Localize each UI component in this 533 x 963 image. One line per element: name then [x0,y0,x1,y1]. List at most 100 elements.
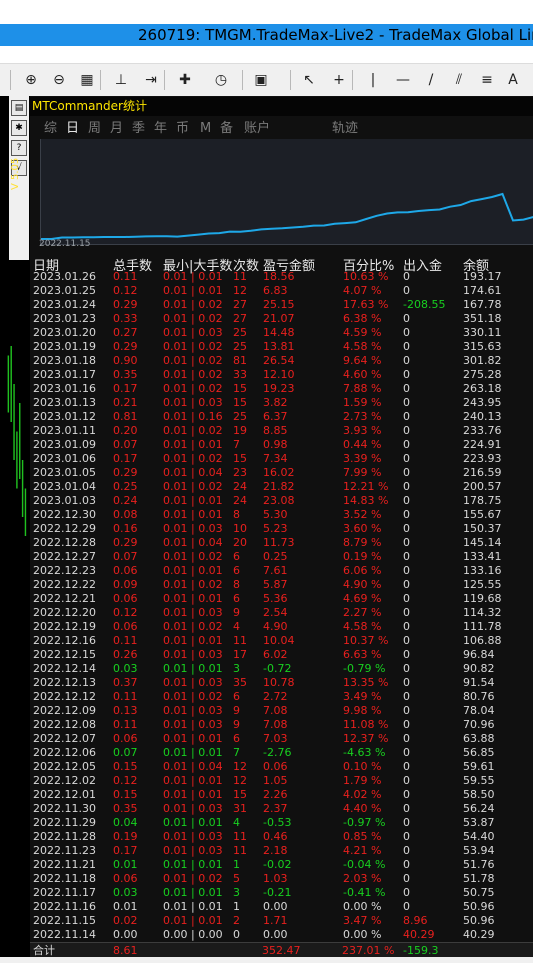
channels-icon[interactable]: ⫽ [448,69,470,91]
table-row[interactable]: 2023.01.09 0.07 0.01 | 0.01 7 0.98 0.44 % 0 224… [30,438,533,452]
tab-9[interactable]: 账户 [244,119,270,139]
cell-1: 0.20 [113,424,138,437]
window-title-bar[interactable]: 260719: TMGM.TradeMax-Live2 - TradeMax G… [0,24,533,46]
text-icon[interactable]: A [502,69,524,91]
table-row[interactable]: 2023.01.20 0.27 0.01 | 0.03 25 14.48 4.59 % 0 3… [30,326,533,340]
table-row[interactable]: 2022.12.19 0.06 0.01 | 0.02 4 4.90 4.58 % 0 111… [30,620,533,634]
cell-6: 0 [403,704,410,717]
cell-6: 0 [403,354,410,367]
cell-3: 20 [233,536,247,549]
tab-0[interactable]: 综 [44,119,57,139]
table-row[interactable]: 2022.12.16 0.11 0.01 | 0.01 11 10.04 10.37 % 0… [30,634,533,648]
table-row[interactable]: 2022.12.12 0.11 0.01 | 0.02 6 2.72 3.49 % 0 80.… [30,690,533,704]
crosshair-icon[interactable]: + [328,69,350,91]
cell-1: 0.07 [113,438,138,451]
table-row[interactable]: 2022.12.09 0.13 0.01 | 0.03 9 7.08 9.98 % 0 78.… [30,704,533,718]
tab-6[interactable]: 币 [176,119,189,139]
cell-3: 1 [233,858,240,871]
horizontal-line-icon[interactable]: — [392,69,414,91]
table-row[interactable]: 2022.11.16 0.01 0.01 | 0.01 1 0.00 0.00 % 0 50.… [30,900,533,914]
table-row[interactable]: 2022.12.20 0.12 0.01 | 0.03 9 2.54 2.27 % 0 114… [30,606,533,620]
table-row[interactable]: 2022.12.08 0.11 0.01 | 0.03 9 7.08 11.08 % 0 70… [30,718,533,732]
trendline-icon[interactable]: / [420,69,442,91]
cell-2: 0.01 | 0.03 [163,718,223,731]
table-row[interactable]: 2022.12.28 0.29 0.01 | 0.04 20 11.73 8.79 % 0 1… [30,536,533,550]
table-row[interactable]: 2022.12.30 0.08 0.01 | 0.01 8 5.30 3.52 % 0 155… [30,508,533,522]
tab-1[interactable]: 日 [66,119,79,139]
table-row[interactable]: 2022.12.29 0.16 0.01 | 0.03 10 5.23 3.60 % 0 15… [30,522,533,536]
table-row[interactable]: 2023.01.23 0.33 0.01 | 0.02 27 21.07 6.38 % 0 3… [30,312,533,326]
autoscroll-icon[interactable]: ⇥ [140,69,162,91]
cell-0: 2023.01.13 [33,396,96,409]
zoom-out-icon[interactable]: ⊖ [48,69,70,91]
tab-5[interactable]: 年 [154,119,167,139]
table-row[interactable]: 2022.11.15 0.02 0.01 | 0.01 2 1.71 3.47 % 8.96… [30,914,533,928]
table-row[interactable]: 2022.11.29 0.04 0.01 | 0.01 4 -0.53 -0.97 % 0 5… [30,816,533,830]
cell-6: 0 [403,578,410,591]
table-row[interactable]: 2022.12.22 0.09 0.01 | 0.02 8 5.87 4.90 % 0 125… [30,578,533,592]
cell-1: 0.11 [113,690,138,703]
table-row[interactable]: 2022.12.14 0.03 0.01 | 0.01 3 -0.72 -0.79 % 0 9… [30,662,533,676]
new-order-icon[interactable]: ✚ [174,69,196,91]
table-row[interactable]: 2022.12.05 0.15 0.01 | 0.04 12 0.06 0.10 % 0 59… [30,760,533,774]
table-row[interactable]: 2023.01.26 0.11 0.01 | 0.01 11 18.56 10.63 % 0… [30,270,533,284]
side-panel-button[interactable]: ✱ [11,120,27,136]
table-row[interactable]: 2023.01.16 0.17 0.01 | 0.02 15 19.23 7.88 % 0 2… [30,382,533,396]
table-row[interactable]: 2023.01.25 0.12 0.01 | 0.01 12 6.83 4.07 % 0 17… [30,284,533,298]
table-row[interactable]: 2023.01.18 0.90 0.01 | 0.02 81 26.54 9.64 % 0 3… [30,354,533,368]
tab-4[interactable]: 季 [132,119,145,139]
table-row[interactable]: 2022.12.02 0.12 0.01 | 0.01 12 1.05 1.79 % 0 59… [30,774,533,788]
cell-5: 4.58 % [343,340,382,353]
tile-windows-icon[interactable]: ▦ [76,69,98,91]
table-row[interactable]: 2022.11.23 0.17 0.01 | 0.03 11 2.18 4.21 % 0 53… [30,844,533,858]
table-row[interactable]: 2023.01.11 0.20 0.01 | 0.02 19 8.85 3.93 % 0 23… [30,424,533,438]
table-row[interactable]: 2022.12.01 0.15 0.01 | 0.01 15 2.26 4.02 % 0 58… [30,788,533,802]
periods-icon[interactable]: ◷ [210,69,232,91]
cell-1: 0.08 [113,508,138,521]
table-row[interactable]: 2023.01.04 0.25 0.01 | 0.02 24 21.82 12.21 % 0… [30,480,533,494]
table-row[interactable]: 2022.11.17 0.03 0.01 | 0.01 3 -0.21 -0.41 % 0 5… [30,886,533,900]
side-panel-button[interactable]: ? [11,140,27,156]
table-row[interactable]: 2023.01.17 0.35 0.01 | 0.02 33 12.10 4.60 % 0 2… [30,368,533,382]
table-row[interactable]: 2022.12.07 0.06 0.01 | 0.01 6 7.03 12.37 % 0 63… [30,732,533,746]
chart-shift-icon[interactable]: ⊥ [110,69,132,91]
cell-4: 7.61 [263,564,288,577]
table-row[interactable]: 2022.12.13 0.37 0.01 | 0.03 35 10.78 13.35 % 0… [30,676,533,690]
table-row[interactable]: 2023.01.19 0.29 0.01 | 0.02 25 13.81 4.58 % 0 3… [30,340,533,354]
table-row[interactable]: 2022.12.06 0.07 0.01 | 0.01 7 -2.76 -4.63 % 0 5… [30,746,533,760]
templates-icon[interactable]: ▣ [250,69,272,91]
cursor-icon[interactable]: ↖ [298,69,320,91]
table-row[interactable]: 2023.01.06 0.17 0.01 | 0.02 15 7.34 3.39 % 0 22… [30,452,533,466]
table-row[interactable]: 2022.11.18 0.06 0.01 | 0.02 5 1.03 2.03 % 0 51.… [30,872,533,886]
cell-6: 0 [403,620,410,633]
table-row[interactable]: 2022.11.28 0.19 0.01 | 0.03 11 0.46 0.85 % 0 54… [30,830,533,844]
toolbar-separator [164,70,165,90]
table-row[interactable]: 2022.12.21 0.06 0.01 | 0.01 6 5.36 4.69 % 0 119… [30,592,533,606]
tab-7[interactable]: M [200,119,211,139]
zoom-in-icon[interactable]: ⊕ [20,69,42,91]
tab-3[interactable]: 月 [110,119,123,139]
table-row[interactable]: 2023.01.12 0.81 0.01 | 0.16 25 6.37 2.73 % 0 24… [30,410,533,424]
table-row[interactable]: 2022.12.23 0.06 0.01 | 0.01 6 7.61 6.06 % 0 133… [30,564,533,578]
side-panel-button[interactable]: ▤ [11,100,27,116]
tab-8[interactable]: 备 [220,119,233,139]
cell-2: 0.01 | 0.03 [163,676,223,689]
tab-10[interactable]: 轨迹 [332,119,358,139]
table-row[interactable]: 2022.12.27 0.07 0.01 | 0.02 6 0.25 0.19 % 0 133… [30,550,533,564]
cell-3: 31 [233,802,247,815]
table-row[interactable]: 2023.01.13 0.21 0.01 | 0.03 15 3.82 1.59 % 0 24… [30,396,533,410]
fibonacci-icon[interactable]: ≡ [476,69,498,91]
cell-2: 0.01 | 0.01 [163,564,223,577]
cell-1: 0.15 [113,760,138,773]
cell-2: 0.01 | 0.01 [163,900,223,913]
tab-2[interactable]: 周 [88,119,101,139]
table-row[interactable]: 2023.01.05 0.29 0.01 | 0.04 23 16.02 7.99 % 0 2… [30,466,533,480]
vertical-line-icon[interactable]: | [362,69,384,91]
table-row[interactable]: 2022.11.21 0.01 0.01 | 0.01 1 -0.02 -0.04 % 0 5… [30,858,533,872]
table-row[interactable]: 2022.12.15 0.26 0.01 | 0.03 17 6.02 6.63 % 0 96… [30,648,533,662]
table-row[interactable]: 2023.01.24 0.29 0.01 | 0.02 27 25.15 17.63 % -… [30,298,533,312]
table-row[interactable]: 2023.01.03 0.24 0.01 | 0.01 24 23.08 14.83 % 0… [30,494,533,508]
cell-7: 351.18 [463,312,502,325]
table-row[interactable]: 2022.11.14 0.00 0.00 | 0.00 0 0.00 0.00 % 40.2… [30,928,533,942]
table-row[interactable]: 2022.11.30 0.35 0.01 | 0.03 31 2.37 4.40 % 0 56… [30,802,533,816]
